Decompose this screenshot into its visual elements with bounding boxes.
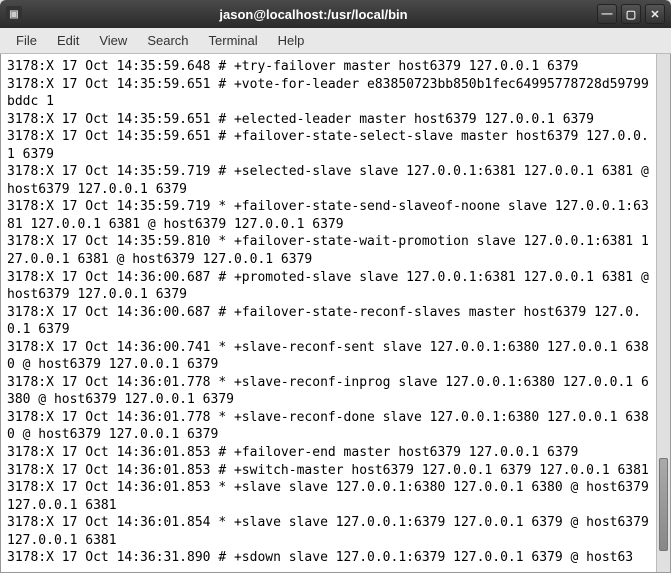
scroll-thumb[interactable] (659, 458, 668, 551)
window-controls: — ▢ ✕ (597, 4, 665, 24)
window-titlebar: ▣ jason@localhost:/usr/local/bin — ▢ ✕ (0, 0, 671, 28)
menubar: File Edit View Search Terminal Help (0, 28, 671, 54)
close-button[interactable]: ✕ (645, 4, 665, 24)
terminal-app-icon: ▣ (6, 6, 22, 22)
menu-edit[interactable]: Edit (47, 30, 89, 51)
menu-view[interactable]: View (89, 30, 137, 51)
menu-help[interactable]: Help (268, 30, 315, 51)
terminal-output[interactable]: 3178:X 17 Oct 14:35:59.648 # +try-failov… (1, 54, 656, 572)
terminal-area: 3178:X 17 Oct 14:35:59.648 # +try-failov… (0, 54, 671, 573)
minimize-button[interactable]: — (597, 4, 617, 24)
menu-file[interactable]: File (6, 30, 47, 51)
scrollbar[interactable] (656, 54, 670, 572)
menu-terminal[interactable]: Terminal (199, 30, 268, 51)
window-title: jason@localhost:/usr/local/bin (30, 7, 597, 22)
menu-search[interactable]: Search (137, 30, 198, 51)
maximize-button[interactable]: ▢ (621, 4, 641, 24)
